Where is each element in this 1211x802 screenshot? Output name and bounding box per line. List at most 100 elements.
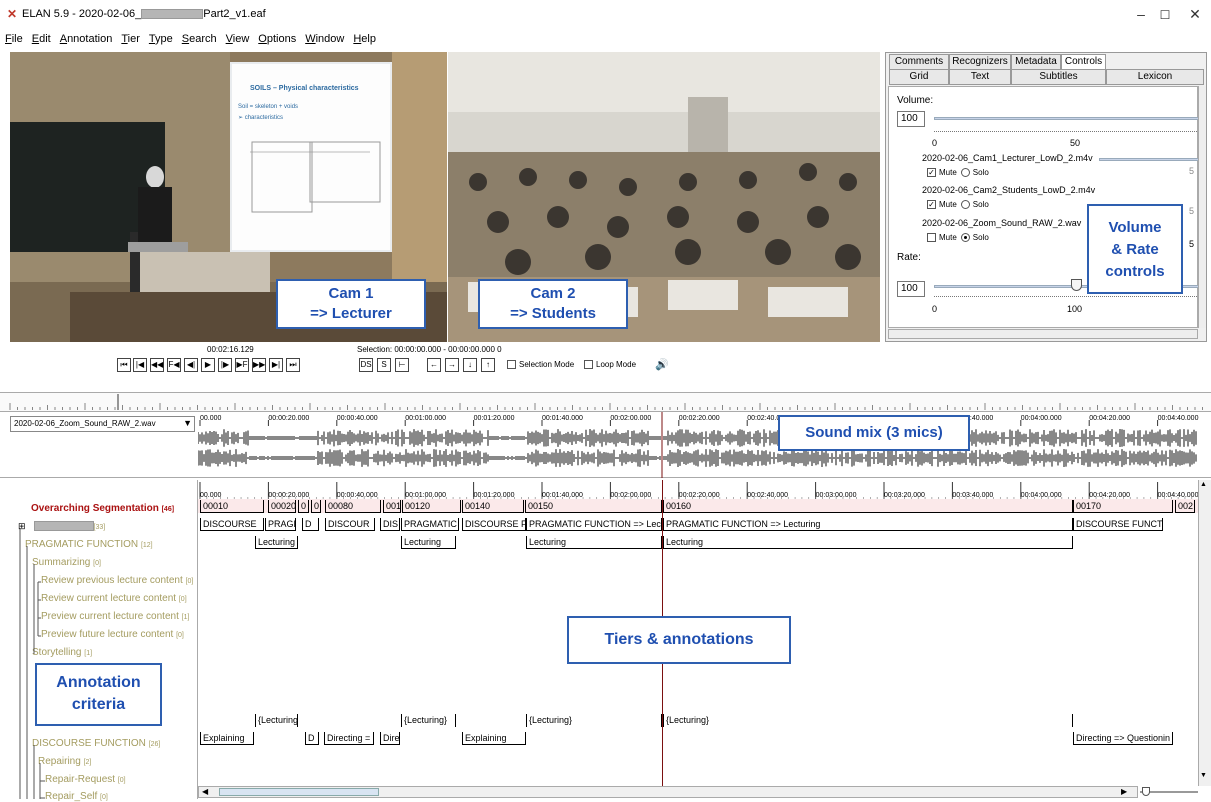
timeline-overview-ruler[interactable] [0, 392, 1211, 412]
play-selection-button[interactable]: DS [359, 358, 373, 372]
tab-lexicon[interactable]: Lexicon [1106, 69, 1204, 85]
volume-input[interactable]: 100 [897, 111, 925, 127]
ann-disc-3[interactable]: Dire [380, 732, 400, 745]
ann-r1-1[interactable]: 00020 [268, 500, 296, 513]
menu-type[interactable]: Type [149, 33, 173, 45]
menu-options[interactable]: Options [258, 33, 296, 45]
track3-solo-radio[interactable] [960, 233, 970, 243]
next-scrollview-button[interactable]: ▶| [269, 358, 283, 372]
clear-selection-button[interactable]: S [377, 358, 391, 372]
track3-mute-checkbox[interactable] [927, 233, 936, 243]
scroll-right-icon[interactable]: ▶ [1121, 787, 1127, 796]
ann-r2-3[interactable]: DISCOUR [325, 518, 375, 531]
ann-r3-1[interactable]: Lecturing [401, 536, 456, 549]
ann-r1-3[interactable]: 0 [311, 500, 321, 513]
track2-solo-radio[interactable] [960, 200, 970, 210]
volume-speaker-icon[interactable]: 🔊 [655, 358, 669, 371]
ann-brace-0[interactable]: {Lecturing} [255, 714, 298, 727]
menu-tier[interactable]: Tier [121, 33, 140, 45]
zoom-slider[interactable] [1140, 787, 1198, 797]
menu-annotation[interactable]: Annotation [60, 33, 113, 45]
ann-disc-2[interactable]: Directing = [324, 732, 374, 745]
waveform-file-select[interactable]: 2020-02-06_Zoom_Sound_RAW_2.wav ▼ [10, 416, 195, 432]
track1-mute-checkbox[interactable]: ✓ [927, 168, 936, 178]
play-button[interactable]: ▶ [201, 358, 215, 372]
track2-mute-checkbox[interactable]: ✓ [927, 200, 936, 210]
tab-grid[interactable]: Grid [889, 69, 949, 85]
ann-r2-9[interactable]: DISCOURSE FUNCTIO [1073, 518, 1163, 531]
ann-r2-6[interactable]: DISCOURSE FU [462, 518, 526, 531]
loop-mode-toggle[interactable]: Loop Mode [584, 360, 636, 370]
volume-slider[interactable] [934, 117, 1199, 120]
menu-file[interactable]: File [5, 33, 23, 45]
next-pixel-button[interactable]: |▶ [218, 358, 232, 372]
ann-r3-2[interactable]: Lecturing [526, 536, 662, 549]
previous-pixel-button[interactable]: ◀| [184, 358, 198, 372]
go-to-begin-button[interactable]: ⏮ [117, 358, 131, 372]
rate-slider-thumb[interactable] [1071, 279, 1082, 291]
menu-view[interactable]: View [226, 33, 250, 45]
ann-r1-11[interactable]: 002 [1175, 500, 1195, 513]
ann-r3-3[interactable]: Lecturing [663, 536, 1073, 549]
ann-r1-7[interactable]: 00140 [462, 500, 524, 513]
tier-vertical-scrollbar[interactable]: ▲ ▼ [1198, 480, 1211, 786]
selection-begin-button[interactable]: ⊢ [395, 358, 409, 372]
scroll-up-icon[interactable]: ▲ [1200, 481, 1207, 488]
tab-text[interactable]: Text [949, 69, 1011, 85]
ann-disc-5[interactable]: Directing => Questionin [1073, 732, 1173, 745]
ann-r2-1[interactable]: PRAGMA [265, 518, 296, 531]
cam2-video[interactable]: Cam 2 => Students [448, 52, 880, 342]
tab-subtitles[interactable]: Subtitles [1011, 69, 1106, 85]
tab-comments[interactable]: Comments [889, 54, 949, 70]
arrow-down-button[interactable]: ↓ [463, 358, 477, 372]
ann-brace-2[interactable]: {Lecturing} [526, 714, 662, 727]
ann-r1-5[interactable]: 001 [383, 500, 401, 513]
panel-horizontal-scrollbar[interactable] [888, 329, 1198, 339]
waveform-graphic[interactable]: 00.000 00:00:20.000 00:00:40.000 00:01:00.0… [198, 412, 1211, 478]
ann-r1-10[interactable]: 00170 [1073, 500, 1173, 513]
tab-recognizers[interactable]: Recognizers [949, 54, 1011, 70]
tab-metadata[interactable]: Metadata [1011, 54, 1061, 70]
arrow-up-button[interactable]: ↑ [481, 358, 495, 372]
ann-r1-4[interactable]: 00080 [325, 500, 381, 513]
menu-help[interactable]: Help [353, 33, 376, 45]
ann-r1-0[interactable]: 00010 [200, 500, 264, 513]
previous-second-button[interactable]: ◀◀ [150, 358, 164, 372]
arrow-left-button[interactable]: ← [427, 358, 441, 372]
ann-r3-0[interactable]: Lecturing [255, 536, 298, 549]
ann-brace-1[interactable]: {Lecturing} [401, 714, 456, 727]
ann-brace-3[interactable]: {Lecturing} [663, 714, 1073, 727]
zoom-slider-thumb[interactable] [1142, 787, 1150, 796]
rate-input[interactable]: 100 [897, 281, 925, 297]
panel-vertical-scrollbar[interactable] [1198, 86, 1206, 328]
ann-r2-5[interactable]: PRAGMATIC [401, 518, 459, 531]
ann-r1-8[interactable]: 00150 [525, 500, 662, 513]
ann-r1-6[interactable]: 00120 [402, 500, 461, 513]
next-frame-button[interactable]: ▶F [235, 358, 249, 372]
tier-horizontal-scrollbar[interactable]: ◀ ▶ [198, 786, 1138, 798]
previous-scrollview-button[interactable]: |◀ [133, 358, 147, 372]
tab-controls[interactable]: Controls [1061, 54, 1106, 70]
ann-disc-0[interactable]: Explaining [200, 732, 254, 745]
scroll-down-icon[interactable]: ▼ [1200, 772, 1207, 779]
go-to-end-button[interactable]: ⏭ [286, 358, 300, 372]
menu-edit[interactable]: Edit [32, 33, 51, 45]
scroll-left-icon[interactable]: ◀ [202, 787, 208, 796]
ann-r2-7[interactable]: PRAGMATIC FUNCTION => Lecturi [526, 518, 662, 531]
track1-solo-radio[interactable] [960, 168, 970, 178]
cam1-video[interactable]: SOILS – Physical characteristics Soil = … [10, 52, 447, 342]
ann-r2-0[interactable]: DISCOURSE [200, 518, 264, 531]
selection-mode-toggle[interactable]: Selection Mode [507, 360, 574, 370]
horizontal-scroll-thumb[interactable] [219, 788, 379, 796]
ann-disc-1[interactable]: D [305, 732, 319, 745]
previous-frame-button[interactable]: F◀ [167, 358, 181, 372]
ann-disc-4[interactable]: Explaining [462, 732, 526, 745]
ann-r2-4[interactable]: DIS [380, 518, 400, 531]
loop-mode-checkbox[interactable] [584, 360, 593, 370]
menu-search[interactable]: Search [182, 33, 217, 45]
ann-r2-8[interactable]: PRAGMATIC FUNCTION => Lecturing [663, 518, 1073, 531]
close-button[interactable]: ✕ [1180, 6, 1210, 23]
ann-r2-2[interactable]: D [302, 518, 319, 531]
maximize-button[interactable]: ☐ [1150, 8, 1180, 22]
selection-mode-checkbox[interactable] [507, 360, 516, 370]
